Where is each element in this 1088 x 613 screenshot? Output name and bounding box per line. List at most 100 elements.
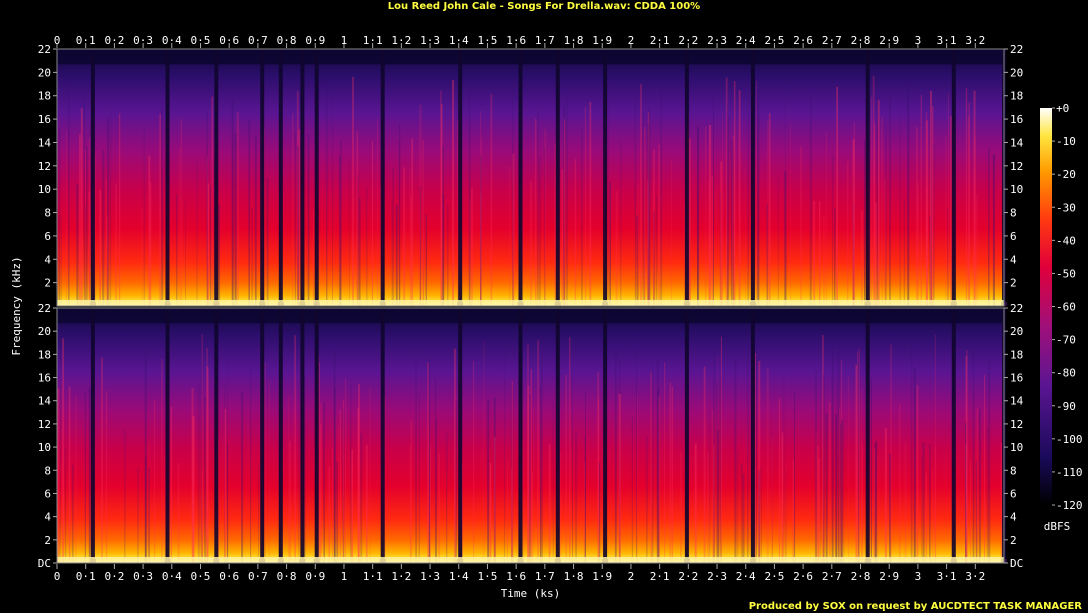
lower-channel-streak (694, 443, 697, 563)
upper-channel-streak (836, 86, 838, 306)
x-tick-label-bottom: 0 (54, 570, 61, 583)
lower-channel-streak (241, 391, 244, 563)
upper-channel-streak (992, 154, 995, 306)
lower-channel-streak (783, 373, 785, 563)
lower-channel-streak (707, 453, 709, 563)
x-tick-label-top: 2·1 (650, 34, 670, 47)
lower-channel-streak (288, 395, 290, 563)
lower-channel-streak (137, 467, 139, 563)
lower-channel-track-gap (865, 308, 870, 563)
upper-channel-streak (907, 82, 910, 307)
upper-channel-track-gap (865, 49, 870, 306)
lower-channel-streak (206, 347, 208, 563)
colorbar-tick-label: -60 (1056, 301, 1076, 314)
upper-channel-streak (615, 191, 618, 306)
lower-channel-streak (781, 432, 784, 563)
lower-channel-streak (294, 335, 296, 563)
colorbar-tick-label: -120 (1056, 499, 1083, 512)
lower-channel-streak (575, 433, 577, 563)
colorbar-tick-label: -70 (1056, 334, 1076, 347)
lower-channel-track-gap (214, 308, 219, 563)
lower-channel-streak (533, 407, 534, 563)
upper-channel-streak (512, 153, 515, 306)
lower-channel-y-label-left: 6 (44, 487, 51, 500)
upper-channel-y-label-left: 10 (38, 183, 51, 196)
lower-channel-streak (224, 409, 227, 563)
upper-channel-streak (727, 104, 729, 306)
upper-channel-streak (950, 116, 952, 306)
lower-channel-streak (932, 470, 934, 563)
x-tick-label-top: 0·3 (133, 34, 153, 47)
upper-channel-streak (875, 202, 877, 306)
x-tick-label-top: 2 (628, 34, 635, 47)
x-tick-label-top: 0 (54, 34, 61, 47)
lower-channel-track-gap (555, 308, 560, 563)
upper-channel-streak (747, 92, 749, 306)
lower-channel-streak (418, 396, 420, 563)
upper-channel-streak (574, 158, 577, 306)
x-tick-label-top: 1 (341, 34, 348, 47)
lower-channel-streak (858, 348, 860, 563)
upper-channel-streak (819, 201, 821, 306)
upper-channel-streak (800, 146, 802, 306)
lower-channel-streak (747, 335, 749, 563)
x-tick-label-top: 2·2 (678, 34, 698, 47)
upper-channel-streak (584, 107, 587, 306)
lower-channel-streak (820, 346, 822, 563)
lower-channel-streak (664, 362, 666, 563)
upper-channel-streak (209, 186, 211, 306)
x-tick-label-top: 1·3 (420, 34, 440, 47)
x-tick-label-bottom: 0·6 (219, 570, 239, 583)
x-tick-label-bottom: 0·4 (162, 570, 182, 583)
upper-channel-track-gap (951, 49, 956, 306)
lower-channel-streak (618, 393, 621, 563)
lower-channel-y-label-left: 4 (44, 511, 51, 524)
upper-channel-streak (636, 215, 639, 306)
lower-channel-track-gap (314, 308, 319, 563)
upper-channel-streak (292, 113, 294, 306)
upper-channel-streak (490, 94, 493, 306)
lower-channel-streak (734, 360, 737, 563)
lower-channel-streak (569, 337, 571, 563)
upper-channel-streak (447, 204, 449, 306)
lower-channel-cutoff-band (57, 308, 1004, 324)
upper-channel-streak (732, 135, 735, 306)
lower-channel-streak (332, 447, 333, 563)
upper-channel-streak (653, 211, 655, 306)
x-tick-label-bottom: 1·8 (564, 570, 584, 583)
x-tick-label-top: 1·6 (506, 34, 526, 47)
x-tick-label-top: 3·2 (965, 34, 985, 47)
upper-channel-streak (60, 215, 62, 306)
upper-channel-streak (185, 199, 186, 306)
upper-channel-streak (860, 210, 863, 306)
lower-channel-streak (969, 459, 972, 563)
lower-channel-streak (197, 384, 200, 563)
lower-channel-streak (978, 408, 981, 563)
lower-channel-streak (671, 386, 673, 563)
lower-channel-streak (365, 444, 368, 563)
upper-channel-streak (988, 148, 990, 306)
lower-channel-streak (177, 462, 180, 563)
upper-channel-streak (834, 208, 836, 306)
upper-channel-streak (903, 199, 905, 306)
x-tick-label-top: 1·4 (449, 34, 469, 47)
colorbar-tick-label: -10 (1056, 135, 1076, 148)
colorbar-tick-label: -30 (1056, 201, 1076, 214)
x-tick-label-top: 2·4 (736, 34, 756, 47)
lower-channel-streak (910, 341, 913, 563)
upper-channel-streak (307, 133, 310, 306)
upper-channel-y-label-left: 16 (38, 113, 51, 126)
upper-channel-streak (248, 120, 250, 306)
upper-channel-streak (777, 177, 779, 306)
upper-channel-streak (768, 113, 771, 306)
lower-channel-streak (966, 350, 968, 563)
lower-channel-streak (614, 349, 617, 563)
upper-channel-streak (711, 175, 713, 306)
lower-channel-streak (170, 406, 172, 563)
lower-channel-streak (540, 385, 541, 563)
upper-channel-streak (864, 140, 866, 306)
x-tick-label-bottom: 1·1 (363, 570, 383, 583)
lower-channel-y-label-right: 12 (1010, 418, 1023, 431)
upper-channel-y-label-right: 14 (1010, 136, 1024, 149)
lower-channel-streak (870, 377, 872, 563)
